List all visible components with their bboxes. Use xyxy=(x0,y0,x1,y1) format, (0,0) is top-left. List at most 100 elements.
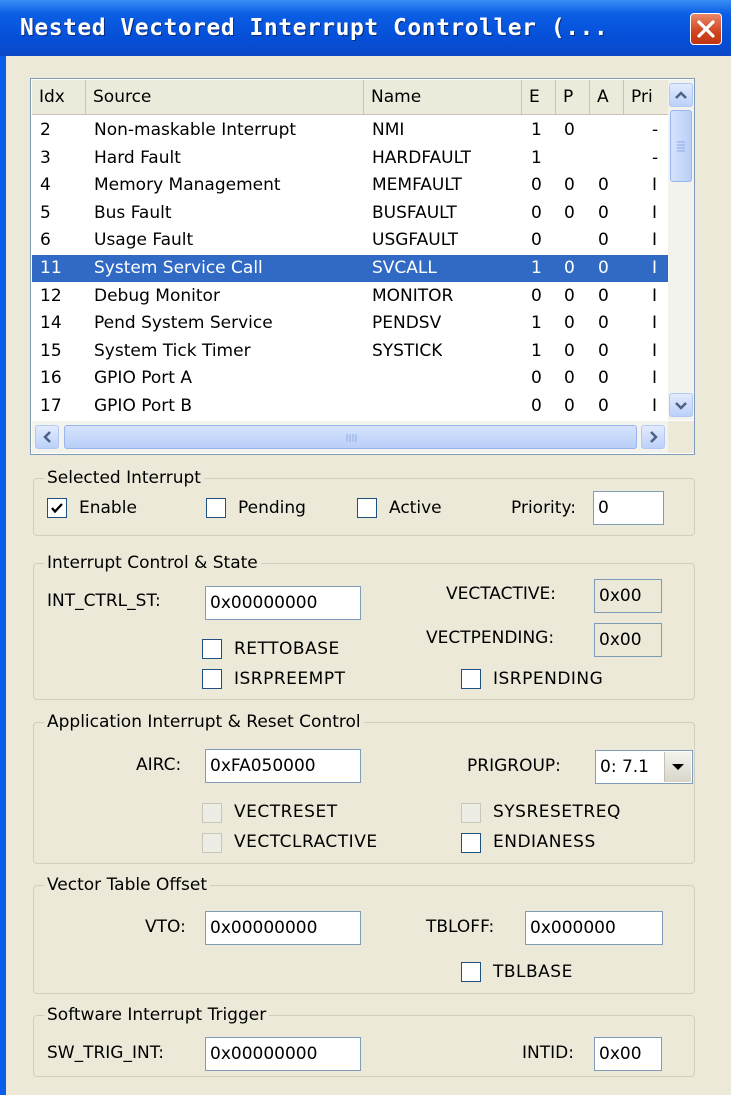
column-header-p[interactable]: P xyxy=(556,80,590,114)
cell-p: 0 xyxy=(564,396,575,416)
table-row[interactable]: 15 System Tick Timer SYSTICK 1 0 0 I xyxy=(32,338,668,365)
prigroup-label: PRIGROUP: xyxy=(467,756,561,776)
intid-input[interactable]: 0x00 xyxy=(594,1037,662,1071)
dropdown-button[interactable] xyxy=(664,752,691,782)
cell-p: 0 xyxy=(564,368,575,389)
cell-name: HARDFAULT xyxy=(372,147,472,168)
cell-name: USGFAULT xyxy=(372,230,459,251)
cell-name: BUSFAULT xyxy=(372,202,457,223)
isrpending-label: ISRPENDING xyxy=(493,669,604,689)
cell-pri: I xyxy=(652,230,658,251)
cell-idx: 16 xyxy=(40,368,62,389)
rettobase-checkbox[interactable] xyxy=(202,639,222,659)
vertical-scroll-thumb[interactable] xyxy=(670,110,692,182)
sw-trig-int-input[interactable]: 0x00000000 xyxy=(205,1037,361,1071)
scroll-up-button[interactable] xyxy=(669,83,693,107)
table-row[interactable]: 3 Hard Fault HARDFAULT 1 - xyxy=(32,145,668,172)
vectclractive-checkbox[interactable] xyxy=(202,833,222,853)
column-header-a[interactable]: A xyxy=(590,80,624,114)
tbloff-input[interactable]: 0x000000 xyxy=(525,911,663,945)
priority-input[interactable]: 0 xyxy=(593,491,664,525)
int-ctrl-st-input[interactable]: 0x00000000 xyxy=(205,586,361,620)
column-header-source[interactable]: Source xyxy=(86,80,364,114)
vectreset-checkbox[interactable] xyxy=(202,803,222,823)
interrupt-list[interactable]: Idx Source Name E P A Pri 2 Non-maskable … xyxy=(30,78,695,455)
close-button[interactable] xyxy=(690,13,722,45)
sysresetreq-label: SYSRESETREQ xyxy=(493,802,621,822)
cell-e: 0 xyxy=(531,368,542,389)
cell-a: 0 xyxy=(598,368,609,389)
table-row[interactable]: 6 Usage Fault USGFAULT 0 0 I xyxy=(32,227,668,254)
table-row[interactable]: 11 System Service Call SVCALL 1 0 0 I xyxy=(32,255,668,282)
window-left-border xyxy=(0,56,6,1095)
cell-a: 0 xyxy=(598,340,609,361)
cell-source: GPIO Port B xyxy=(94,396,192,416)
cell-p: 0 xyxy=(564,258,575,278)
scroll-left-button[interactable] xyxy=(35,425,59,449)
vectactive-field: 0x00 xyxy=(594,579,662,613)
vto-input[interactable]: 0x00000000 xyxy=(205,911,361,945)
prigroup-value: 0: 7.1 xyxy=(600,757,649,777)
column-header-e[interactable]: E xyxy=(522,80,556,114)
cell-idx: 11 xyxy=(40,258,62,278)
vectclractive-label: VECTCLRACTIVE xyxy=(234,832,378,852)
cell-name: PENDSV xyxy=(372,313,442,334)
cell-idx: 4 xyxy=(40,175,51,196)
cell-idx: 12 xyxy=(40,285,62,306)
grip-icon xyxy=(346,434,357,442)
cell-e: 1 xyxy=(531,340,542,361)
cell-pri: I xyxy=(652,396,658,416)
chevron-left-icon xyxy=(43,431,51,443)
horizontal-scrollbar[interactable] xyxy=(32,421,668,453)
table-row[interactable]: 12 Debug Monitor MONITOR 0 0 0 I xyxy=(32,283,668,310)
selected-interrupt-group: Selected Interrupt Enable Pending Active… xyxy=(33,467,695,536)
isrpreempt-checkbox[interactable] xyxy=(202,669,222,689)
column-header-name[interactable]: Name xyxy=(364,80,522,114)
chevron-down-icon xyxy=(675,402,687,410)
cell-name: SYSTICK xyxy=(372,340,443,361)
tbloff-label: TBLOFF: xyxy=(426,917,495,937)
table-row[interactable]: 17 GPIO Port B 0 0 0 I xyxy=(32,393,668,420)
active-label: Active xyxy=(389,498,442,518)
cell-source: Non-maskable Interrupt xyxy=(94,120,297,140)
endianess-checkbox[interactable] xyxy=(461,833,481,853)
table-row[interactable]: 5 Bus Fault BUSFAULT 0 0 0 I xyxy=(32,200,668,227)
column-header-idx[interactable]: Idx xyxy=(32,80,86,114)
cell-source: GPIO Port A xyxy=(94,368,192,389)
vectpending-label: VECTPENDING: xyxy=(426,628,555,648)
pending-checkbox[interactable] xyxy=(206,498,226,518)
title-bar[interactable]: Nested Vectored Interrupt Controller (..… xyxy=(0,0,731,56)
isrpreempt-label: ISRPREEMPT xyxy=(234,669,346,689)
group-legend: Software Interrupt Trigger xyxy=(44,1004,270,1026)
cell-p: 0 xyxy=(564,285,575,306)
scroll-down-button[interactable] xyxy=(669,393,693,417)
isrpending-checkbox[interactable] xyxy=(461,669,481,689)
vertical-scrollbar[interactable] xyxy=(668,80,694,420)
cell-p: 0 xyxy=(564,175,575,196)
horizontal-scroll-thumb[interactable] xyxy=(64,425,637,449)
table-row[interactable]: 14 Pend System Service PENDSV 1 0 0 I xyxy=(32,310,668,337)
enable-checkbox[interactable] xyxy=(47,498,67,518)
group-legend: Interrupt Control & State xyxy=(44,552,261,574)
cell-pri: I xyxy=(652,202,658,223)
cell-pri: - xyxy=(652,120,659,140)
cell-pri: - xyxy=(652,147,659,168)
cell-p: 0 xyxy=(564,202,575,223)
list-body: 2 Non-maskable Interrupt NMI 1 0 - 3 Hard Fault… xyxy=(31,117,668,421)
cell-name: MONITOR xyxy=(372,285,454,306)
vto-label: VTO: xyxy=(145,917,186,937)
table-row[interactable]: 16 GPIO Port A 0 0 0 I xyxy=(32,365,668,392)
airc-input[interactable]: 0xFA050000 xyxy=(205,749,361,783)
prigroup-select[interactable]: 0: 7.1 xyxy=(595,750,693,784)
table-row[interactable]: 2 Non-maskable Interrupt NMI 1 0 - xyxy=(32,117,668,144)
table-row[interactable]: 4 Memory Management MEMFAULT 0 0 0 I xyxy=(32,172,668,199)
group-legend: Application Interrupt & Reset Control xyxy=(44,711,364,733)
active-checkbox[interactable] xyxy=(357,498,377,518)
scroll-right-button[interactable] xyxy=(641,425,665,449)
sysresetreq-checkbox[interactable] xyxy=(461,803,481,823)
tblbase-checkbox[interactable] xyxy=(461,962,481,982)
interrupt-control-state-group: Interrupt Control & State INT_CTRL_ST: 0… xyxy=(33,552,695,700)
cell-idx: 15 xyxy=(40,340,62,361)
rettobase-label: RETTOBASE xyxy=(234,639,340,659)
column-header-pri[interactable]: Pri xyxy=(624,80,668,114)
